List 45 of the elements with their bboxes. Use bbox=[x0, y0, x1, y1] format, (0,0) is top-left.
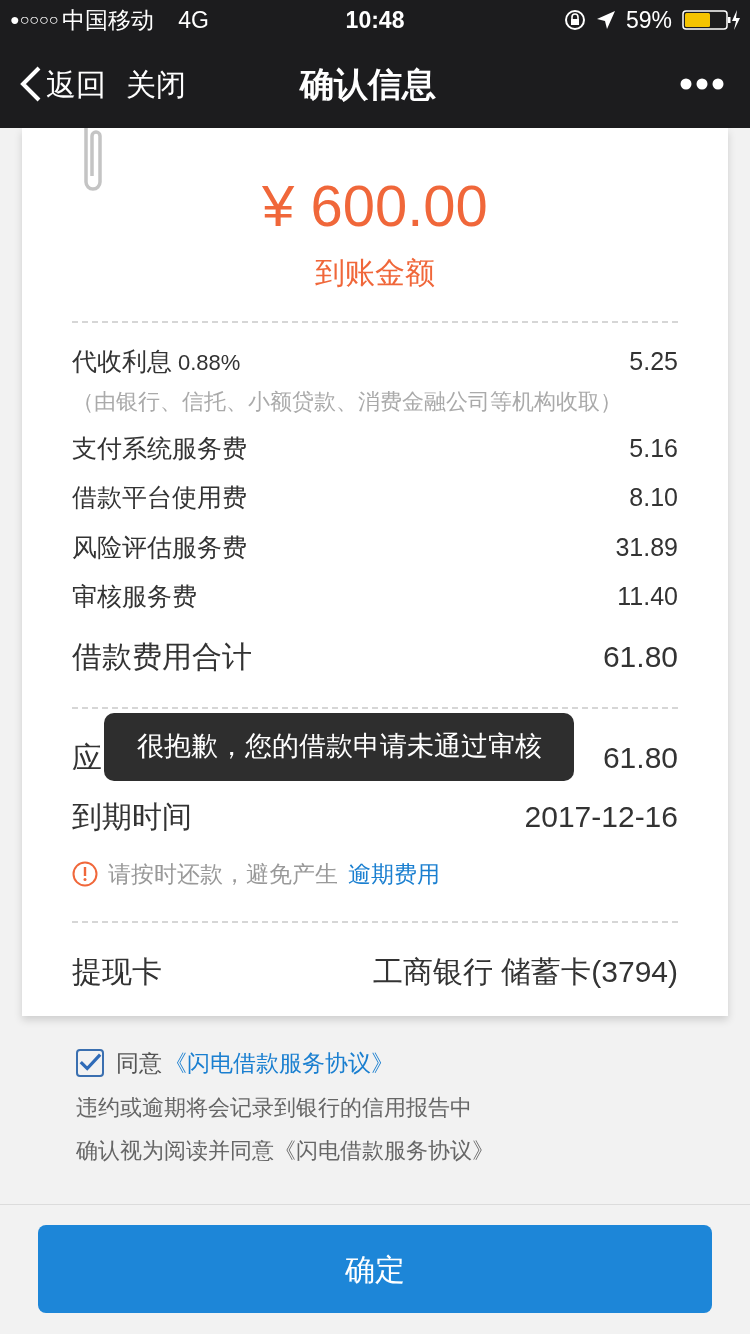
overdue-fee-link[interactable]: 逾期费用 bbox=[348, 856, 440, 891]
more-icon[interactable] bbox=[680, 78, 724, 90]
fee-label: 代收利息 bbox=[72, 346, 172, 377]
rotation-lock-icon bbox=[563, 9, 586, 31]
warning-icon bbox=[72, 860, 98, 887]
signal-strength: ●○○○○ bbox=[10, 10, 59, 30]
confirm-button[interactable]: 确定 bbox=[38, 1225, 712, 1313]
fee-label: 借款平台使用费 bbox=[72, 482, 247, 513]
repayment-label: 应 bbox=[72, 739, 102, 776]
battery-percent: 59% bbox=[625, 5, 672, 35]
agreement-link[interactable]: 《闪电借款服务协议》 bbox=[164, 1046, 394, 1081]
repayment-value: 61.80 bbox=[602, 739, 678, 776]
interest-rate: 0.88% bbox=[178, 349, 241, 377]
clock-time: 10:48 bbox=[345, 5, 405, 35]
fee-label: 风险评估服务费 bbox=[72, 531, 247, 563]
back-button[interactable]: 返回 bbox=[20, 61, 106, 107]
agreement-checkbox[interactable] bbox=[76, 1049, 104, 1078]
agreement-note: 违约或逾期将会记录到银行的信用报告中 bbox=[76, 1093, 473, 1122]
fee-label: 支付系统服务费 bbox=[72, 432, 247, 464]
withdraw-card-value: 工商银行 储蓄卡(3794) bbox=[372, 954, 678, 990]
fee-note: （由银行、信托、小额贷款、消费金融公司等机构收取） bbox=[72, 387, 623, 416]
fee-amount: 5.25 bbox=[629, 346, 678, 377]
amount-label: 到账金额 bbox=[315, 255, 435, 291]
fee-amount: 11.40 bbox=[617, 581, 678, 612]
fee-amount: 5.16 bbox=[629, 432, 678, 464]
withdraw-card-label: 提现卡 bbox=[72, 954, 162, 990]
close-button[interactable]: 关闭 bbox=[126, 61, 186, 107]
total-label: 借款费用合计 bbox=[72, 638, 252, 675]
network-type: 4G bbox=[178, 5, 209, 35]
fee-amount: 8.10 bbox=[629, 482, 678, 513]
repayment-label: 到期时间 bbox=[72, 798, 192, 835]
chevron-left-icon bbox=[20, 66, 42, 102]
location-arrow-icon bbox=[595, 10, 616, 30]
agree-text: 同意 bbox=[116, 1049, 162, 1078]
toast-message: 很抱歉，您的借款申请未通过审核 bbox=[104, 712, 574, 781]
battery-icon bbox=[682, 9, 740, 31]
amount-value: ¥ 600.00 bbox=[262, 172, 488, 240]
fee-label: 审核服务费 bbox=[72, 581, 197, 612]
total-amount: 61.80 bbox=[602, 638, 678, 675]
fee-amount: 31.89 bbox=[615, 531, 678, 563]
page-title: 确认信息 bbox=[300, 63, 436, 105]
repayment-value: 2017-12-16 bbox=[524, 798, 678, 835]
agreement-note: 确认视为阅读并同意《闪电借款服务协议》 bbox=[76, 1136, 495, 1165]
carrier-name: 中国移动 bbox=[62, 5, 155, 35]
notice-text: 请按时还款，避免产生 bbox=[108, 859, 338, 889]
